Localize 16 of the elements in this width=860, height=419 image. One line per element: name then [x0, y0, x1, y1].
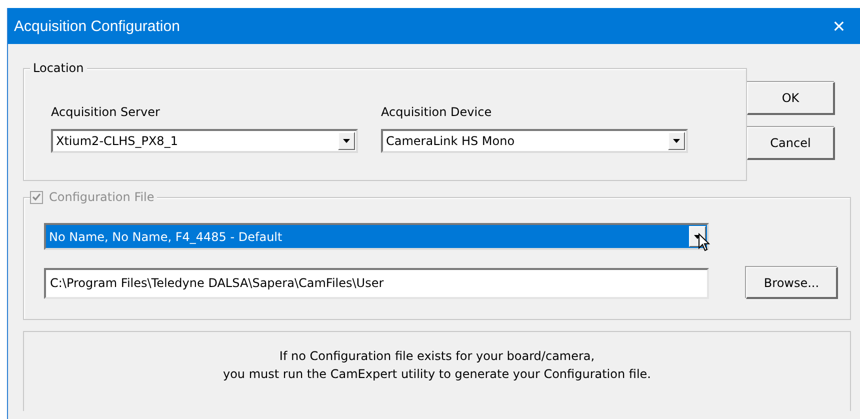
close-button[interactable]: ✕	[824, 16, 854, 36]
info-text: you must run the CamExpert utility to generate your Configuration file.	[222, 367, 651, 381]
field-label: Acquisition Device	[381, 105, 492, 119]
checkbox-label: Configuration File	[43, 189, 158, 205]
caret-icon	[673, 139, 680, 143]
window-title: Acquisition Configuration	[13, 18, 180, 34]
caret-icon	[343, 139, 350, 143]
dropdown[interactable]: Xtium2-CLHS_PX8_1	[51, 129, 358, 153]
field-label: Acquisition Server	[51, 105, 160, 119]
dropdown-arrow-button[interactable]	[668, 132, 685, 150]
dropdown-arrow-button[interactable]	[338, 132, 355, 150]
dialog-button[interactable]: OK	[747, 82, 835, 115]
info-text: If no Configuration file exists for your board/camera,	[279, 349, 595, 363]
dropdown[interactable]: CameraLink HS Mono	[381, 129, 688, 153]
dialog-button[interactable]: Cancel	[747, 127, 835, 160]
mouse-pointer-icon	[698, 233, 710, 252]
